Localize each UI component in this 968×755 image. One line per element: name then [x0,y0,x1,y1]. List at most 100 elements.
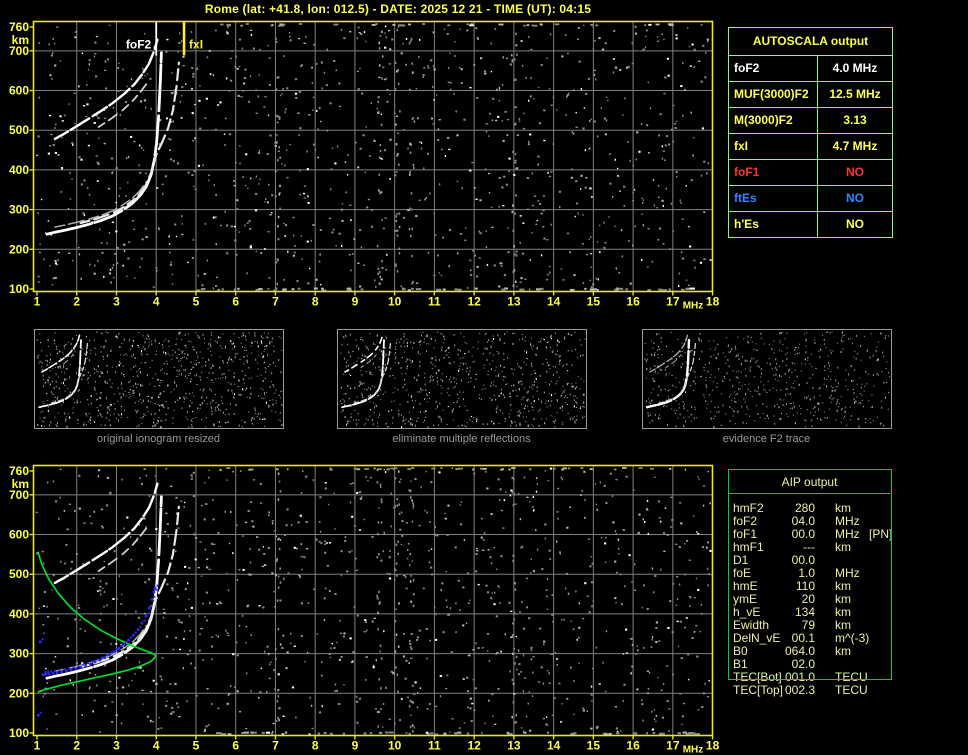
svg-text:11: 11 [428,739,441,753]
plot-frame: 1 2 3 4 5 6 7 8 9 10 11 12 13 14 15 16 17 18MHz7607006005… [9,20,720,312]
svg-text:6: 6 [232,295,239,309]
param-value: 12.5 MHz [829,87,881,101]
svg-text:2: 2 [73,739,80,753]
param-value: 4.0 MHz [832,61,878,75]
aip-table-rows: hmF2 280 km foF2 04.0 MHz foF1 00.0 MHz [PN] hmF1-… [733,502,933,697]
autoscala-row-hes: h'Es NO [729,211,892,237]
svg-text:MHz: MHz [683,745,704,755]
autoscala-table-header: AUTOSCALA output [752,34,869,48]
autoscala-output-table: AUTOSCALA output foF2 4.0 MHz MUF(3000)F2 1… [728,27,893,238]
svg-text:10: 10 [388,295,402,309]
svg-text:14: 14 [547,739,561,753]
grid-lines [33,21,713,292]
param-value: NO [846,217,864,231]
svg-text:13: 13 [507,739,521,753]
svg-text:500: 500 [9,123,29,137]
svg-text:4: 4 [153,295,160,309]
noise-layer [35,467,712,736]
param-label: foF1 [729,160,818,185]
thumbnail-caption-evidence-f2: evidence F2 trace [722,433,811,445]
page-title: Rome (lat: +41.8, lon: 012.5) - DATE: 20… [204,2,592,16]
param-label: fxI [729,134,818,159]
aip-row-yme: ymE 20 km [733,593,933,606]
svg-text:300: 300 [9,203,29,217]
aip-unit: TECU [835,683,868,697]
aip-value: 002.3 [785,683,816,697]
aip-label: TEC[Top] [733,683,784,697]
autoscala-row-fxi: fxI 4.7 MHz [729,133,892,159]
svg-text:13: 13 [507,295,521,309]
aip-unit: km [835,540,851,554]
aip-table-header: AIP output [781,475,838,489]
thumbnail-caption-original: original ionogram resized [97,433,220,445]
svg-text:5: 5 [193,739,200,753]
noise-layer [36,23,712,292]
svg-text:3: 3 [113,739,120,753]
svg-text:9: 9 [352,739,359,753]
svg-text:400: 400 [9,163,29,177]
svg-text:100: 100 [9,726,29,740]
svg-text:9: 9 [352,295,359,309]
svg-text:300: 300 [9,647,29,661]
svg-text:760: 760 [9,464,29,478]
param-value: 3.13 [843,113,867,127]
svg-text:16: 16 [626,739,640,753]
svg-text:15: 15 [587,739,601,753]
aip-row-hme: hmE 110 km [733,580,933,593]
thumbnail-original-ionogram [34,329,284,429]
svg-text:100: 100 [9,282,29,296]
svg-text:14: 14 [547,295,561,309]
svg-text:200: 200 [9,686,29,700]
svg-text:5: 5 [193,295,200,309]
aip-row-d1: D1 00.0 [733,554,933,567]
svg-text:1: 1 [34,739,41,753]
svg-text:1: 1 [34,295,41,309]
foF2-marker-label: foF2 [126,38,152,52]
autoscaled-trace-points [37,584,159,717]
svg-text:500: 500 [9,567,29,581]
svg-text:6: 6 [232,739,239,753]
thumbnail-evidence-f2-trace [642,329,892,429]
svg-text:18: 18 [706,739,720,753]
fxI-marker-label: fxI [189,38,203,52]
svg-text:12: 12 [467,295,481,309]
svg-text:10: 10 [388,739,402,753]
autoscala-row-fof2: foF2 4.0 MHz [729,55,892,81]
param-label: ftEs [729,186,818,211]
autoscala-screen: foF2 fxI 1 2 3 4 5 6 7 8 9 10 11 12 13 14 15 16 17 18 MHz 760… [0,0,968,755]
svg-text:8: 8 [312,739,319,753]
svg-text:3: 3 [113,295,120,309]
trace [79,61,180,225]
param-label: foF2 [729,56,818,81]
echo-traces [45,482,180,680]
svg-text:760: 760 [9,20,29,34]
aip-row-fof2: foF2 04.0 MHz [733,515,933,528]
param-label: h'Es [729,212,818,237]
thumbnail-eliminate-reflections [337,329,587,429]
param-label: M(3000)F2 [729,108,818,133]
svg-text:12: 12 [467,739,481,753]
aip-unit: km [835,644,851,658]
aip-row-b0: B0 064.0 km [733,645,933,658]
svg-text:2: 2 [73,295,80,309]
svg-text:MHz: MHz [683,301,704,312]
param-value: NO [846,191,864,205]
svg-text:km: km [12,477,29,491]
aip-row-tectop: TEC[Top] 002.3 TECU [733,684,933,697]
autoscala-row-m3000f2: M(3000)F2 3.13 [729,107,892,133]
bottom-ionogram-plot: 1 2 3 4 5 6 7 8 9 10 11 12 13 14 15 16 17 18MHz7607006005… [9,464,720,755]
svg-text:600: 600 [9,84,29,98]
param-label: MUF(3000)F2 [729,82,818,107]
autoscala-row-muf3000f2: MUF(3000)F2 12.5 MHz [729,81,892,107]
plot-frame: 1 2 3 4 5 6 7 8 9 10 11 12 13 14 15 16 17 18MHz7607006005… [9,464,720,755]
svg-text:4: 4 [153,739,160,753]
trace [79,505,180,669]
svg-text:8: 8 [312,295,319,309]
svg-text:15: 15 [587,295,601,309]
aip-row-delnve: DelN_vE 00.1 m^(-3) [733,632,933,645]
autoscala-row-fof1: foF1 NO [729,159,892,185]
thumbnail-caption-eliminate-reflections: eliminate multiple reflections [392,433,531,445]
svg-text:17: 17 [666,295,680,309]
svg-text:16: 16 [626,295,640,309]
grid-lines [33,465,713,736]
